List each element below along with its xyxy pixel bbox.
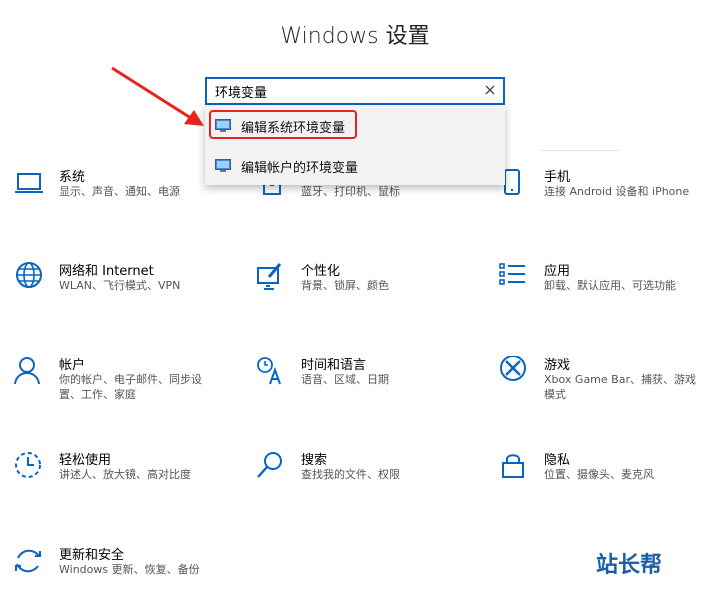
tile-system[interactable]: 系统 显示、声音、通知、电源 — [14, 168, 214, 238]
tile-privacy[interactable]: 隐私 位置、摄像头、麦克风 — [499, 451, 699, 521]
tile-desc: WLAN、飞行模式、VPN — [59, 279, 181, 292]
suggestion-edit-account-env[interactable]: 编辑帐户的环境变量 — [205, 147, 505, 185]
tile-name: 搜索 — [301, 453, 328, 468]
tile-network[interactable]: 网络和 Internet WLAN、飞行模式、VPN — [14, 262, 214, 332]
tile-name: 更新和安全 — [59, 548, 125, 563]
tile-update-security[interactable]: 更新和安全 Windows 更新、恢复、备份 — [14, 546, 214, 616]
tile-desc: 显示、声音、通知、电源 — [59, 185, 180, 198]
tile-desc: Windows 更新、恢复、备份 — [59, 563, 200, 576]
window-title: Windows 设置 — [280, 24, 430, 49]
tile-search[interactable]: 搜索 查找我的文件、权限 — [256, 451, 456, 521]
tile-desc: Xbox Game Bar、捕获、游戏模式 — [544, 373, 696, 401]
tile-name: 游戏 — [544, 358, 571, 373]
tile-name: 手机 — [544, 170, 571, 185]
apps-list-icon — [499, 263, 525, 285]
tile-name: 帐户 — [59, 358, 86, 373]
globe-icon — [16, 262, 42, 288]
tile-time-language[interactable]: 时间和语言 语音、区域、日期 — [256, 356, 456, 426]
tile-name: 网络和 Internet — [59, 264, 154, 279]
tile-desc: 背景、锁屏、颜色 — [301, 279, 389, 292]
watermark-text: 站长帮 — [596, 552, 662, 578]
monitor-icon — [215, 159, 231, 172]
person-icon — [14, 357, 40, 385]
ease-of-access-icon — [15, 452, 41, 478]
annotation-arrow-icon — [111, 66, 204, 126]
tile-phone[interactable]: 手机 连接 Android 设备和 iPhone — [499, 168, 699, 238]
tile-name: 应用 — [544, 264, 571, 279]
tile-desc: 查找我的文件、权限 — [301, 468, 400, 481]
tile-desc: 蓝牙、打印机、鼠标 — [301, 185, 400, 198]
watermark-logo: 站长帮 — [596, 552, 662, 578]
lock-icon — [502, 454, 524, 478]
laptop-icon — [15, 173, 43, 193]
tile-desc: 位置、摄像头、麦克风 — [544, 468, 654, 481]
tile-personalization[interactable]: 个性化 背景、锁屏、颜色 — [256, 262, 456, 332]
tile-gaming[interactable]: 游戏 Xbox Game Bar、捕获、游戏模式 — [499, 356, 699, 426]
xbox-icon — [500, 356, 526, 381]
tile-name: 轻松使用 — [59, 453, 112, 468]
time-language-icon — [257, 357, 281, 385]
tile-desc: 你的帐户、电子邮件、同步设置、工作、家庭 — [59, 373, 202, 401]
tile-desc: 卸载、默认应用、可选功能 — [544, 279, 676, 292]
monitor-icon — [215, 119, 231, 132]
search-suggestions: 编辑系统环境变量 编辑帐户的环境变量 — [205, 105, 505, 185]
tile-accounts[interactable]: 帐户 你的帐户、电子邮件、同步设置、工作、家庭 — [14, 356, 214, 426]
paint-icon — [257, 263, 282, 290]
update-icon — [15, 549, 41, 573]
search-box[interactable] — [205, 77, 505, 105]
tile-name: 系统 — [59, 170, 86, 185]
tile-apps[interactable]: 应用 卸载、默认应用、可选功能 — [499, 262, 699, 332]
tile-desc: 语音、区域、日期 — [301, 373, 389, 386]
search-icon — [257, 452, 282, 478]
tile-ease-of-access[interactable]: 轻松使用 讲述人、放大镜、高对比度 — [14, 451, 214, 521]
tile-desc: 讲述人、放大镜、高对比度 — [59, 468, 191, 481]
suggestion-edit-system-env[interactable]: 编辑系统环境变量 — [205, 107, 505, 145]
tile-name: 个性化 — [301, 264, 341, 279]
suggestion-label: 编辑帐户的环境变量 — [241, 161, 359, 176]
tile-name: 隐私 — [544, 453, 571, 468]
tile-name: 时间和语言 — [301, 358, 367, 373]
close-icon[interactable] — [483, 83, 497, 97]
divider — [540, 150, 620, 151]
suggestion-label: 编辑系统环境变量 — [241, 121, 346, 136]
search-input[interactable] — [215, 81, 475, 101]
tile-desc: 连接 Android 设备和 iPhone — [544, 185, 690, 198]
